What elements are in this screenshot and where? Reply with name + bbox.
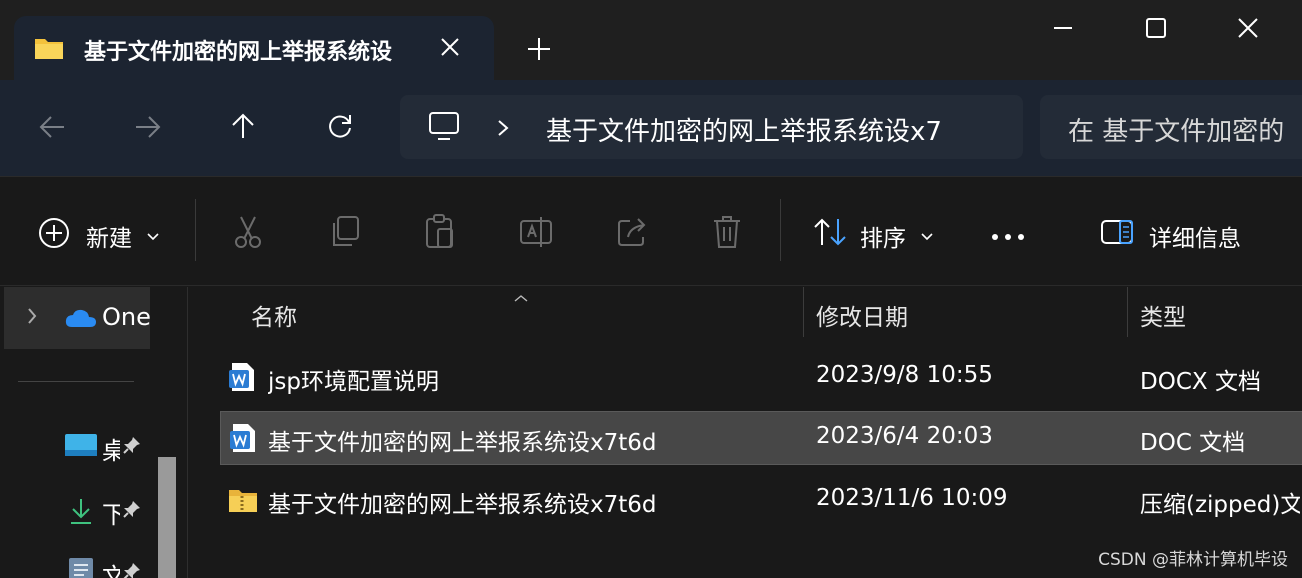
file-modified: 2023/6/4 20:03 [816,423,993,449]
minimize-button[interactable] [1052,20,1074,39]
pin-icon[interactable] [122,499,142,523]
sidebar-scrollbar-thumb[interactable] [158,457,176,578]
file-name: jsp环境配置说明 [268,369,439,395]
word-icon [228,362,256,396]
this-pc-icon [428,111,460,145]
sort-icon[interactable] [812,217,848,251]
table-row[interactable]: jsp环境配置说明 2023/9/8 10:55 DOCX 文档 [220,350,1302,404]
table-row[interactable]: 基于文件加密的网上举报系统设x7t6d 2023/11/6 10:09 压缩(z… [220,473,1302,527]
chevron-right-icon[interactable] [26,307,38,329]
more-options-icon[interactable] [990,227,1026,246]
sidebar-item-label: One [102,303,150,331]
file-modified: 2023/9/8 10:55 [816,362,993,388]
file-name: 基于文件加密的网上举报系统设x7t6d [268,492,657,518]
download-icon [68,497,94,529]
sidebar-item-downloads[interactable]: 下 [64,495,154,529]
watermark-text: CSDN @菲林计算机毕设 [1098,550,1288,570]
file-list: 名称 修改日期 类型 jsp环境配置说明 2023/9/8 10:55 DOCX… [189,287,1302,578]
refresh-icon[interactable] [326,112,354,144]
address-bar[interactable]: 基于文件加密的网上举报系统设x7 [400,95,1023,159]
sidebar-item-documents[interactable]: 文 [64,557,154,578]
zip-folder-icon [228,487,258,517]
new-plus-icon[interactable] [38,217,70,253]
address-path: 基于文件加密的网上举报系统设x7 [546,117,942,147]
search-placeholder: 在 基于文件加密的 [1068,117,1285,147]
column-header-type[interactable]: 类型 [1140,298,1186,332]
title-bar: 基于文件加密的网上举报系统设 [0,0,1302,80]
new-button[interactable]: 新建 [86,219,132,253]
tab-current-folder[interactable]: 基于文件加密的网上举报系统设 [14,16,494,80]
chevron-right-icon[interactable] [496,119,510,141]
up-arrow-icon[interactable] [230,112,256,144]
file-type: DOC 文档 [1140,430,1246,456]
sort-ascending-icon [513,287,529,306]
column-divider[interactable] [803,287,804,337]
file-type: 压缩(zipped)文 [1140,492,1300,518]
maximize-button[interactable] [1145,17,1167,43]
copy-icon[interactable] [328,215,360,253]
pin-icon[interactable] [122,435,142,459]
sidebar-item-label: 下 [102,501,120,529]
command-bar: 新建 排序 详细信息 [0,176,1302,286]
cut-icon[interactable] [232,215,264,253]
delete-icon[interactable] [712,215,742,253]
desktop-icon [64,433,98,463]
close-tab-icon[interactable] [439,36,461,62]
onedrive-cloud-icon [64,307,98,333]
toolbar-divider [195,199,196,261]
close-window-button[interactable] [1237,17,1259,43]
file-type: DOCX 文档 [1140,369,1261,395]
file-explorer-window: 基于文件加密的网上举报系统设 基于文件加密的网上举报系统设x7 在 基于文件加密… [0,0,1302,578]
sidebar-item-label: 文 [102,563,120,578]
rename-icon[interactable] [519,215,553,253]
toolbar-divider [780,199,781,261]
column-header-modified[interactable]: 修改日期 [816,298,908,332]
navigation-pane: One 桌 下 文 [0,287,188,578]
sidebar-item-desktop[interactable]: 桌 [64,431,154,465]
file-modified: 2023/11/6 10:09 [816,485,1008,511]
back-arrow-icon[interactable] [38,114,66,144]
paste-icon[interactable] [424,213,456,253]
pin-icon[interactable] [122,561,142,578]
file-name: 基于文件加密的网上举报系统设x7t6d [268,430,657,456]
sidebar-item-onedrive[interactable]: One [4,287,150,349]
details-pane-icon[interactable] [1100,219,1134,249]
table-row-selected[interactable]: 基于文件加密的网上举报系统设x7t6d 2023/6/4 20:03 DOC 文… [220,411,1302,465]
navigation-bar: 基于文件加密的网上举报系统设x7 在 基于文件加密的 [0,80,1302,176]
tab-title: 基于文件加密的网上举报系统设 [84,40,393,65]
sidebar-item-label: 桌 [102,437,120,465]
search-box[interactable]: 在 基于文件加密的 [1040,95,1302,159]
documents-icon [68,557,94,578]
column-header-name[interactable]: 名称 [251,298,297,332]
share-icon[interactable] [616,215,648,251]
sort-button[interactable]: 排序 [860,219,906,253]
column-divider[interactable] [1127,287,1128,337]
sidebar-divider [18,381,134,382]
forward-arrow-icon[interactable] [134,114,162,144]
folder-icon [34,36,64,64]
details-button[interactable]: 详细信息 [1149,219,1241,253]
chevron-down-icon[interactable] [920,227,934,246]
word-icon [229,423,257,457]
chevron-down-icon[interactable] [146,227,160,246]
new-tab-button[interactable] [526,36,552,66]
